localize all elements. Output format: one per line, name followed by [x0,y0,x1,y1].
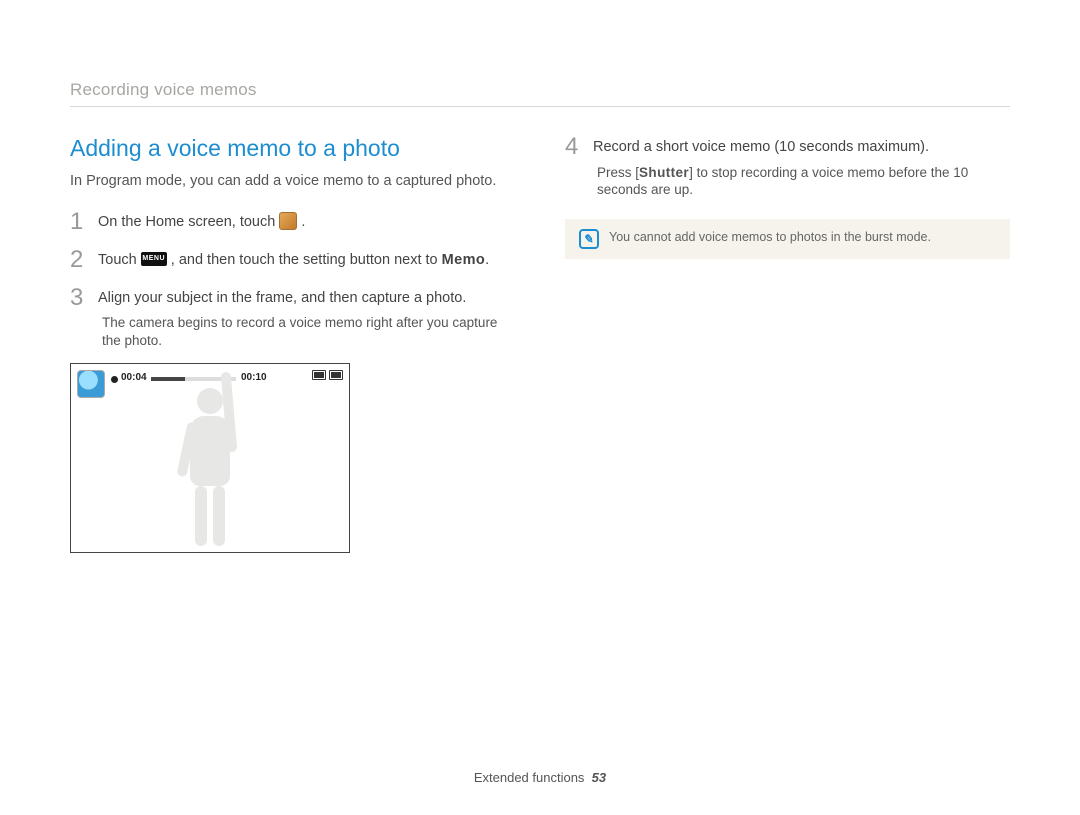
progress-fill [151,377,185,381]
step-text: Record a short voice memo (10 seconds ma… [593,139,929,155]
step-text: On the Home screen, touch [98,214,279,230]
step-number: 1 [70,210,88,234]
page-number: 53 [592,770,606,785]
note-text: Press [ [597,165,639,180]
shutter-label: Shutter [639,165,689,180]
photo-thumbnail-icon [77,370,105,398]
step-2: 2 Touch MENU , and then touch the settin… [70,248,515,272]
camera-preview: 00:04 00:10 [70,363,350,553]
total-time: 00:10 [241,372,267,383]
elapsed-time: 00:04 [121,372,147,383]
step-body: Touch MENU , and then touch the setting … [98,248,515,272]
info-note-text: You cannot add voice memos to photos in … [609,229,931,245]
step-4: 4 Record a short voice memo (10 seconds … [565,135,1010,199]
content-columns: Adding a voice memo to a photo In Progra… [70,135,1010,553]
memo-label: Memo [442,252,486,268]
record-indicator-icon [111,376,118,383]
step-text: Touch [98,252,141,268]
menu-icon: MENU [141,252,167,266]
footer-section: Extended functions [474,770,585,785]
breadcrumb: Recording voice memos [70,80,1010,100]
divider [70,106,1010,107]
battery-icon [329,370,343,380]
intro-text: In Program mode, you can add a voice mem… [70,172,515,192]
section-title: Adding a voice memo to a photo [70,135,515,162]
step-body: On the Home screen, touch . [98,210,515,234]
manual-page: Recording voice memos Adding a voice mem… [0,0,1080,815]
step-text: , and then touch the setting button next… [171,252,442,268]
step-text: Align your subject in the frame, and the… [98,290,466,306]
step-body: Align your subject in the frame, and the… [98,286,515,350]
right-column: 4 Record a short voice memo (10 seconds … [565,135,1010,553]
step-body: Record a short voice memo (10 seconds ma… [593,135,1010,199]
page-footer: Extended functions 53 [0,770,1080,785]
step-1: 1 On the Home screen, touch . [70,210,515,234]
storage-icon [312,370,326,380]
step-number: 3 [70,286,88,350]
step-number: 4 [565,135,583,199]
app-mode-icon [279,212,297,230]
step-text: . [485,252,489,268]
step-note: The camera begins to record a voice memo… [98,314,515,349]
status-icons [312,370,343,380]
left-column: Adding a voice memo to a photo In Progra… [70,135,515,553]
step-3: 3 Align your subject in the frame, and t… [70,286,515,350]
subject-silhouette [160,388,260,553]
step-text: . [301,214,305,230]
info-note-box: ✎ You cannot add voice memos to photos i… [565,219,1010,259]
step-number: 2 [70,248,88,272]
step-note: Press [Shutter] to stop recording a voic… [593,164,1010,199]
info-icon: ✎ [579,229,599,249]
